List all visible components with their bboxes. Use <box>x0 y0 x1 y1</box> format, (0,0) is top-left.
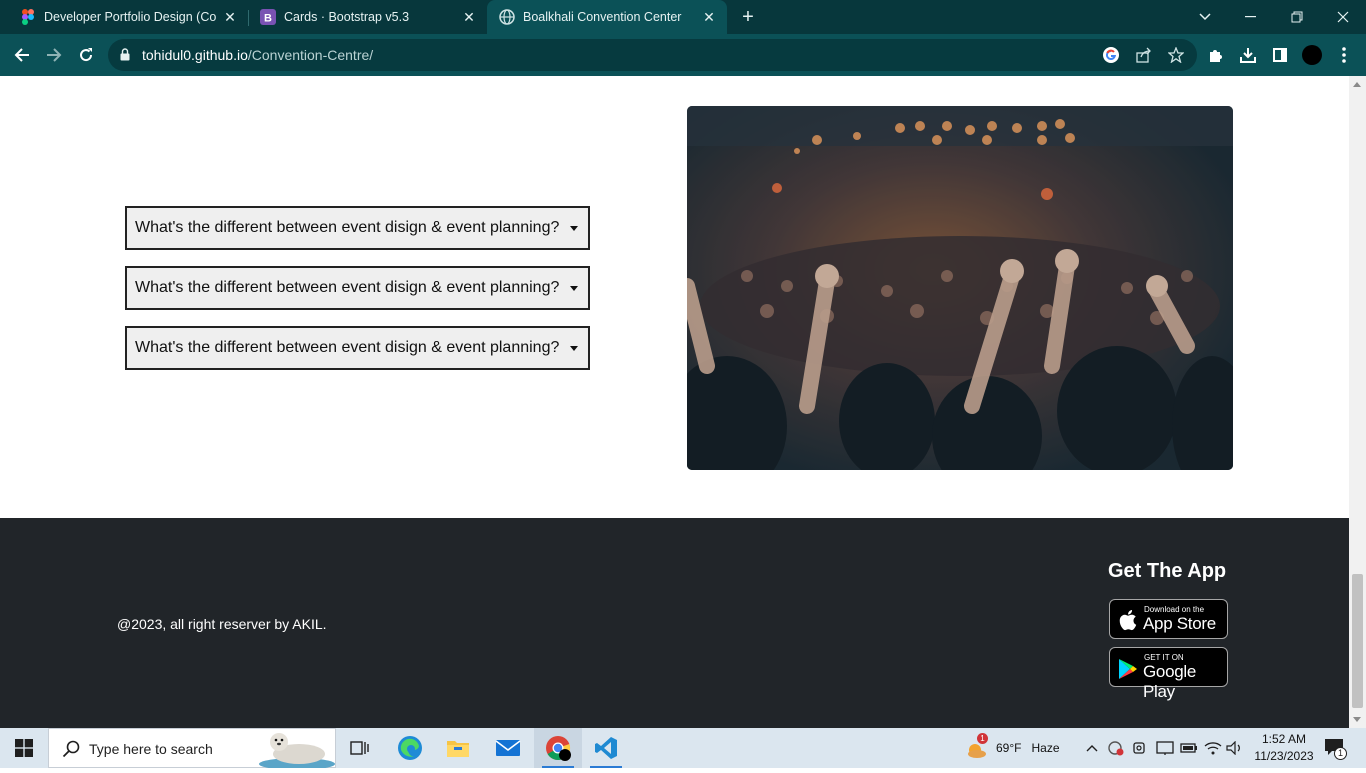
tab-title: Boalkhali Convention Center <box>523 10 682 24</box>
windows-taskbar: Type here to search 1 69°F Haze 1:52 AM … <box>0 728 1366 770</box>
close-tab-icon[interactable]: ✕ <box>222 9 238 25</box>
restore-button[interactable] <box>1274 0 1320 34</box>
google-play-small-text: GET IT ON <box>1144 653 1184 662</box>
tab-title: Cards · Bootstrap v5.3 <box>284 10 410 24</box>
url-path: /Convention-Centre/ <box>247 47 374 63</box>
page-footer: @2023, all right reserver by AKIL. Get T… <box>0 518 1349 728</box>
svg-text:B: B <box>264 13 272 25</box>
wifi-icon[interactable] <box>1204 728 1222 768</box>
weather-sun-icon: 1 <box>964 733 988 760</box>
scroll-up-arrow-icon[interactable] <box>1353 82 1361 87</box>
system-clock[interactable]: 1:52 AM 11/23/2023 <box>1248 731 1320 765</box>
tab-title: Developer Portfolio Design (Com <box>44 10 216 24</box>
faq-question: What's the different between event disig… <box>135 279 560 296</box>
reload-icon[interactable] <box>72 41 100 69</box>
url-text[interactable]: tohidul0.github.io/Convention-Centre/ <box>142 47 373 63</box>
weather-description: Haze <box>1031 741 1060 755</box>
back-arrow-icon[interactable] <box>8 41 36 69</box>
get-app-heading: Get The App <box>1108 560 1227 582</box>
side-panel-icon[interactable] <box>1270 45 1290 65</box>
forward-arrow-icon[interactable] <box>40 41 68 69</box>
google-play-badge[interactable]: GET IT ON Google Play <box>1109 647 1228 701</box>
vscode-icon[interactable] <box>582 728 630 768</box>
tab-bootstrap-cards[interactable]: B Cards · Bootstrap v5.3 ✕ <box>240 0 487 34</box>
faq-dropdown[interactable]: What's the different between event disig… <box>125 326 590 370</box>
concert-crowd-image <box>687 106 1233 470</box>
extensions-puzzle-icon[interactable] <box>1206 45 1226 65</box>
mail-icon[interactable] <box>484 728 532 768</box>
globe-icon <box>499 9 515 25</box>
app-store-badge[interactable]: Download on the App Store <box>1109 599 1228 639</box>
weather-widget[interactable]: 1 69°F Haze <box>964 728 1060 768</box>
caret-down-icon <box>570 286 578 291</box>
google-play-big-text: Google Play <box>1143 662 1197 701</box>
page-scrollbar[interactable] <box>1349 76 1366 728</box>
more-menu-icon[interactable] <box>1334 45 1354 65</box>
caret-down-icon <box>570 226 578 231</box>
volume-icon[interactable] <box>1226 728 1244 768</box>
tab-developer-portfolio[interactable]: Developer Portfolio Design (Com ✕ <box>0 0 248 34</box>
display-tray-icon[interactable] <box>1156 728 1174 768</box>
windows-start-icon[interactable] <box>0 728 48 768</box>
faq-dropdown[interactable]: What's the different between event disig… <box>125 206 590 250</box>
lock-icon[interactable] <box>120 48 130 66</box>
weather-temperature: 69°F <box>996 741 1022 755</box>
bootstrap-icon: B <box>260 9 276 25</box>
new-tab-button[interactable]: + <box>732 0 764 34</box>
notification-count-badge: 1 <box>1334 747 1347 760</box>
tab-search-icon[interactable] <box>1182 0 1228 34</box>
share-icon[interactable] <box>1134 45 1154 65</box>
download-icon[interactable] <box>1238 45 1258 65</box>
caret-down-icon <box>570 346 578 351</box>
show-hidden-icons-icon[interactable] <box>1086 728 1098 768</box>
file-explorer-icon[interactable] <box>434 728 482 768</box>
web-page: What's the different between event disig… <box>0 76 1349 728</box>
meet-now-icon[interactable] <box>1132 728 1148 768</box>
profile-avatar[interactable] <box>1302 45 1322 65</box>
clock-date: 11/23/2023 <box>1254 749 1314 763</box>
edge-browser-icon[interactable] <box>386 728 434 768</box>
apple-icon <box>1119 608 1139 637</box>
app-store-small-text: Download on the <box>1144 605 1205 614</box>
clock-time: 1:52 AM <box>1261 732 1307 746</box>
notification-center-icon[interactable]: 1 <box>1324 728 1347 768</box>
weather-alert-badge: 1 <box>977 733 988 744</box>
chrome-taskbar-icon[interactable] <box>534 728 582 768</box>
figma-icon <box>20 9 36 25</box>
close-window-button[interactable] <box>1320 0 1366 34</box>
minimize-button[interactable] <box>1228 0 1274 34</box>
address-bar[interactable]: tohidul0.github.io/Convention-Centre/ <box>108 39 1197 71</box>
google-icon[interactable] <box>1101 45 1121 65</box>
task-view-icon[interactable] <box>336 728 384 768</box>
faq-dropdown[interactable]: What's the different between event disig… <box>125 266 590 310</box>
scroll-thumb[interactable] <box>1352 574 1363 708</box>
close-tab-icon[interactable]: ✕ <box>701 9 717 25</box>
google-play-icon <box>1118 658 1138 685</box>
taskbar-search-box[interactable]: Type here to search <box>48 728 336 770</box>
battery-icon[interactable] <box>1180 728 1198 768</box>
faq-question: What's the different between event disig… <box>135 339 560 356</box>
url-host: tohidul0.github.io <box>142 47 248 63</box>
close-tab-icon[interactable]: ✕ <box>461 9 477 25</box>
search-icon <box>62 740 80 763</box>
browser-toolbar: tohidul0.github.io/Convention-Centre/ <box>0 34 1366 76</box>
copyright-text: @2023, all right reserver by AKIL. <box>117 616 327 632</box>
search-placeholder: Type here to search <box>89 741 213 757</box>
scroll-down-arrow-icon[interactable] <box>1353 717 1361 722</box>
tab-boalkhali-convention[interactable]: Boalkhali Convention Center ✕ <box>487 0 727 34</box>
seal-illustration-icon <box>257 730 335 773</box>
app-store-big-text: App Store <box>1143 614 1216 633</box>
browser-tab-strip: Developer Portfolio Design (Com ✕ B Card… <box>0 0 1366 34</box>
faq-question: What's the different between event disig… <box>135 219 560 236</box>
antivirus-tray-icon[interactable] <box>1108 728 1124 768</box>
bookmark-star-icon[interactable] <box>1166 45 1186 65</box>
